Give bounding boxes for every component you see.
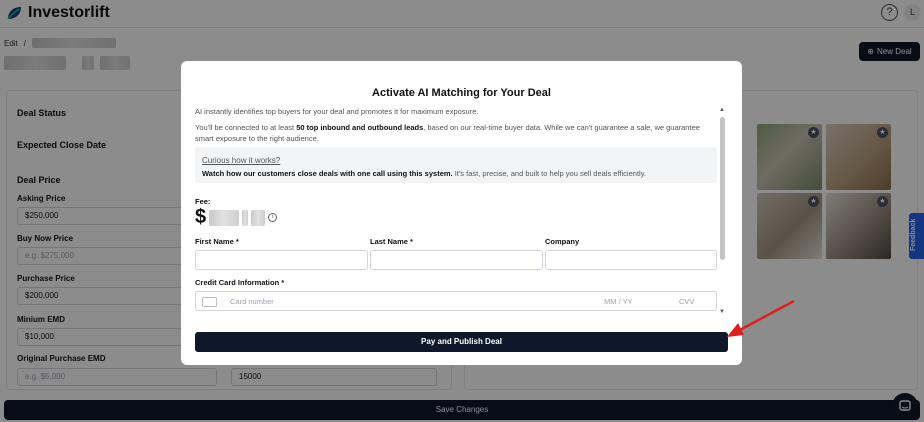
credit-card-icon — [202, 297, 217, 307]
pay-and-publish-button[interactable]: Pay and Publish Deal — [195, 332, 728, 352]
ai-matching-modal: Activate AI Matching for Your Deal AI in… — [181, 61, 742, 365]
redacted-fee-amount — [251, 209, 266, 226]
fee-currency: $ — [195, 206, 207, 228]
card-cvv-placeholder: CVV — [679, 297, 695, 306]
curious-how-link[interactable]: Curious how it works? — [202, 156, 280, 165]
redacted-fee-amount — [242, 209, 249, 226]
credit-card-input[interactable]: Card number MM / YY CVV — [195, 291, 717, 311]
fee-value: $ i — [195, 206, 278, 229]
scroll-up-arrow-icon[interactable]: ▲ — [719, 107, 725, 113]
info-icon[interactable]: i — [268, 213, 278, 222]
card-number-placeholder: Card number — [230, 297, 274, 306]
how-rest: It's fast, precise, and built to help yo… — [452, 169, 646, 178]
scroll-down-arrow-icon[interactable]: ▼ — [719, 309, 725, 315]
company-label: Company — [545, 237, 580, 246]
company-input[interactable] — [545, 250, 717, 270]
last-name-label: Last Name * — [370, 237, 413, 246]
card-expiry-placeholder: MM / YY — [604, 297, 633, 306]
modal-detail-pre: You'll be connected to at least — [195, 123, 297, 132]
modal-detail: You'll be connected to at least 50 top i… — [195, 122, 715, 144]
last-name-input[interactable] — [370, 250, 543, 270]
first-name-input[interactable] — [195, 250, 368, 270]
redacted-fee-amount — [209, 209, 240, 226]
modal-detail-bold: 50 top inbound and outbound leads — [296, 123, 424, 132]
modal-scrollbar[interactable] — [720, 117, 725, 260]
how-it-works-box: Curious how it works? Watch how our cust… — [195, 147, 717, 183]
how-bold: Watch how our customers close deals with… — [202, 169, 453, 178]
how-it-works-text: Watch how our customers close deals with… — [202, 169, 646, 178]
fee-label: Fee: — [195, 197, 211, 206]
first-name-label: First Name * — [195, 237, 239, 246]
modal-title: Activate AI Matching for Your Deal — [372, 87, 551, 99]
cc-label: Credit Card Information * — [195, 278, 285, 287]
modal-intro: AI instantly identifies top buyers for y… — [195, 107, 479, 116]
